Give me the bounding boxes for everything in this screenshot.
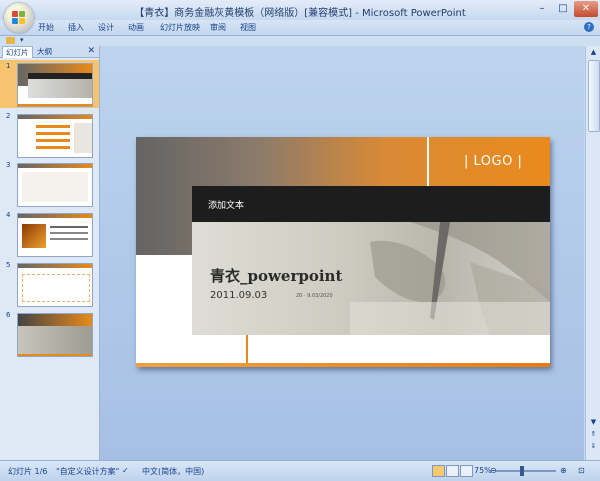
- tab-design[interactable]: 设计: [98, 22, 114, 33]
- help-icon[interactable]: ?: [584, 22, 594, 32]
- tab-review[interactable]: 审阅: [210, 22, 226, 33]
- status-bar: 幻灯片 1/6 "自定义设计方案" ✓ 中文(简体，中国) 75% ⊖ ⊕ ⊡: [0, 460, 600, 481]
- text-bar: [192, 186, 550, 222]
- slide-preview: [17, 163, 93, 207]
- previous-slide-icon[interactable]: ⇑: [586, 430, 600, 438]
- scroll-up-icon[interactable]: ▲: [586, 46, 600, 58]
- tab-home[interactable]: 开始: [38, 22, 54, 33]
- office-button[interactable]: [4, 3, 34, 33]
- slide-preview: [17, 213, 93, 257]
- slide-number: 2: [6, 112, 11, 120]
- slide-date-small: 20 · 9.03/2020: [296, 293, 333, 299]
- slide-preview: [17, 114, 93, 158]
- theme-name: "自定义设计方案": [56, 467, 120, 476]
- tab-view[interactable]: 视图: [240, 22, 256, 33]
- tab-slides[interactable]: 幻灯片: [2, 46, 33, 58]
- slide-thumbnail-6[interactable]: 6: [0, 309, 99, 357]
- scroll-thumb[interactable]: [588, 60, 600, 132]
- slide-count: 幻灯片 1/6: [8, 467, 48, 476]
- slide-number: 4: [6, 211, 11, 219]
- current-slide[interactable]: | LOGO | 添加文本 青衣_powerpoint 2011.09.03 2…: [136, 137, 550, 367]
- slide-preview: [17, 263, 93, 307]
- slide-title[interactable]: 青衣_powerpoint: [210, 265, 342, 286]
- zoom-slider-knob[interactable]: [520, 466, 524, 476]
- window-title: 【青衣】商务金融灰黄模板（网络版）[兼容模式] - Microsoft Powe…: [134, 8, 466, 19]
- slide-thumbnail-2[interactable]: 2: [0, 110, 99, 158]
- scroll-down-icon[interactable]: ▼: [586, 418, 600, 426]
- vertical-scrollbar[interactable]: ▲ ▼ ⇑ ⇓: [585, 46, 600, 460]
- next-slide-icon[interactable]: ⇓: [586, 442, 600, 450]
- slide-thumbnail-1[interactable]: 1: [0, 60, 99, 108]
- slide-logo[interactable]: | LOGO |: [464, 154, 522, 169]
- slide-number: 1: [6, 62, 11, 70]
- spellcheck-icon[interactable]: ✓: [122, 466, 129, 475]
- customize-dropdown-icon[interactable]: ▾: [20, 36, 24, 44]
- slide-sorter-icon[interactable]: [446, 465, 459, 477]
- slideshow-view-icon[interactable]: [460, 465, 473, 477]
- logo-divider: [427, 137, 429, 187]
- zoom-in-icon[interactable]: ⊕: [560, 466, 567, 475]
- tab-slideshow[interactable]: 幻灯片放映: [160, 22, 200, 33]
- tab-outline[interactable]: 大纲: [34, 46, 55, 57]
- slide-preview: [17, 313, 93, 357]
- slide-thumbnail-3[interactable]: 3: [0, 159, 99, 207]
- slide-number: 6: [6, 311, 11, 319]
- tab-animation[interactable]: 动画: [128, 22, 144, 33]
- slide-thumbnail-4[interactable]: 4: [0, 209, 99, 257]
- close-button[interactable]: ✕: [574, 1, 598, 17]
- pane-close-icon[interactable]: ✕: [87, 46, 95, 57]
- language[interactable]: 中文(简体，中国): [142, 466, 204, 477]
- minimize-button[interactable]: –: [532, 1, 552, 17]
- slide-number: 3: [6, 161, 11, 169]
- office-logo-icon: [12, 11, 26, 25]
- quick-access-toolbar: ▾: [0, 36, 600, 46]
- orange-bottom-line: [136, 363, 550, 367]
- slide-number: 5: [6, 261, 11, 269]
- zoom-slider[interactable]: [496, 470, 556, 472]
- maximize-button[interactable]: □: [553, 1, 573, 17]
- ribbon-tabs: 开始 插入 设计 动画 幻灯片放映 审阅 视图 ?: [0, 20, 600, 36]
- fit-to-window-icon[interactable]: ⊡: [578, 466, 585, 475]
- title-bar: 【青衣】商务金融灰黄模板（网络版）[兼容模式] - Microsoft Powe…: [0, 0, 600, 33]
- slides-pane: 幻灯片 大纲 ✕ 1 2 3 4 5 6: [0, 46, 100, 460]
- slide-thumbnail-5[interactable]: 5: [0, 259, 99, 307]
- open-folder-icon[interactable]: [6, 37, 15, 44]
- tab-insert[interactable]: 插入: [68, 22, 84, 33]
- add-text-placeholder[interactable]: 添加文本: [208, 198, 244, 211]
- slide-date[interactable]: 2011.09.03: [210, 290, 267, 301]
- normal-view-icon[interactable]: [432, 465, 445, 477]
- slide-preview: [17, 63, 93, 107]
